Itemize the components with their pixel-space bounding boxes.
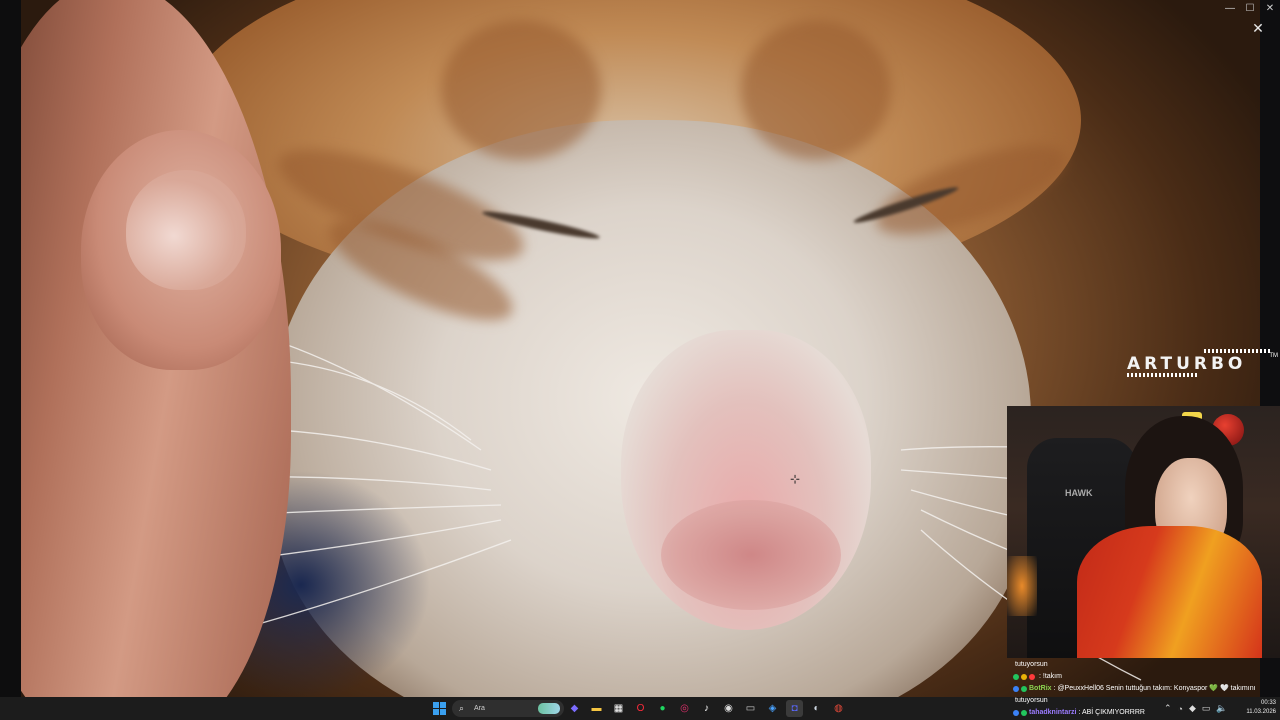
viewer-left-panel [0,0,21,697]
copilot-icon[interactable]: ◆ [566,700,583,717]
windows-logo-icon [440,709,446,715]
taskbar-search[interactable]: ⌕ Ara [452,700,564,717]
file-explorer-icon[interactable]: ▬ [588,700,605,717]
chat-text: : !takım [1039,673,1062,680]
chat-text: tutuyorsun [1015,697,1048,704]
search-highlight-icon [538,703,560,714]
chat-username[interactable]: tahadknintarzi [1029,707,1076,719]
stream-chat: tutuyorsun : !takım BotRix: @PeuxxHell06 S… [1013,659,1280,719]
chair-brand: HAWK [1065,488,1093,498]
chat-message: tahadknintarzi: ABİ ÇIKMIYORRRR [1013,707,1280,719]
chat-badge-icon [1021,674,1027,680]
maximize-icon[interactable]: ☐ [1240,0,1260,16]
chat-message: tutuyorsun [1013,695,1280,707]
logo-dots [1127,373,1197,377]
chat-text: : @PeuxxHell06 Senin tuttuğun takım: Kon… [1053,685,1256,692]
store-icon[interactable]: ▦ [610,700,627,717]
keyboard-icon[interactable]: ▭ [742,700,759,717]
close-icon[interactable]: ✕ [1260,0,1280,16]
spotify-icon[interactable]: ● [654,700,671,717]
thumbnail [126,170,246,290]
window-controls: — ☐ ✕ [1220,0,1280,16]
windows-logo-icon [433,702,439,708]
search-icon: ⌕ [459,703,465,713]
chat-message: BotRix: @PeuxxHell06 Senin tuttuğun takı… [1013,683,1280,695]
tiktok-icon[interactable]: ♪ [698,700,715,717]
minimize-icon[interactable]: — [1220,0,1240,16]
mouse-cursor-icon: ⊹ [790,472,801,486]
chat-username[interactable]: BotRix [1029,683,1052,695]
windows-logo-icon [433,709,439,715]
steam-icon[interactable]: ◐ [808,700,825,717]
logo-dots [1204,349,1270,353]
obs-icon[interactable]: ◉ [720,700,737,717]
search-placeholder: Ara [474,705,485,712]
streamer-jersey [1077,526,1262,658]
opera-icon[interactable]: O [632,700,649,717]
taskbar-apps: ◆ ▬ ▦ O ● ◎ ♪ ◉ ▭ ◈ ◘ ◐ ◍ [566,700,847,717]
chat-badge-icon [1013,674,1019,680]
chrome-icon[interactable]: ◍ [830,700,847,717]
app-icon[interactable]: ◈ [764,700,781,717]
instagram-icon[interactable]: ◎ [676,700,693,717]
chat-message: : !takım [1013,671,1280,683]
chat-message: tutuyorsun [1013,659,1280,671]
arturbo-logo: ARTURBO TM [1124,348,1280,380]
viewer-close-button[interactable]: ✕ [1250,20,1266,36]
logo-trademark: TM [1269,353,1278,359]
webcam-feed: HAWK [1007,406,1280,658]
logo-text: ARTURBO [1127,354,1247,374]
windows-logo-icon [440,702,446,708]
chat-badge-icon [1013,710,1019,716]
chat-badge-icon [1013,686,1019,692]
start-button[interactable] [433,702,446,715]
webcam-light [1007,556,1037,616]
discord-icon[interactable]: ◘ [786,700,803,717]
chat-text: : ABİ ÇIKMIYORRRR [1078,709,1145,716]
chat-badge-icon [1021,710,1027,716]
chat-badge-icon [1021,686,1027,692]
chat-text: tutuyorsun [1015,661,1048,668]
chat-badge-icon [1029,674,1035,680]
